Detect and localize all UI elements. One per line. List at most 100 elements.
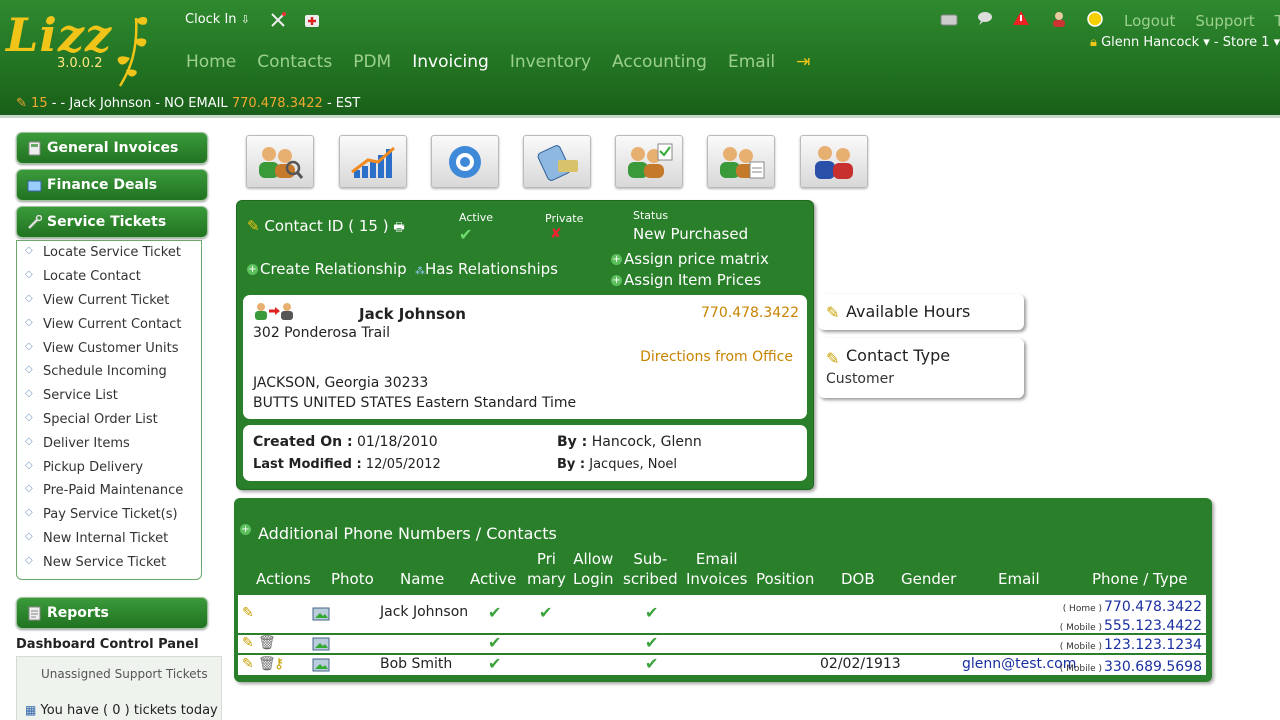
active-check-icon[interactable]: ✔ bbox=[488, 603, 501, 622]
menu-view-current-ticket[interactable]: View Current Ticket bbox=[25, 293, 169, 308]
user-dropdown[interactable]: Glenn Hancock ▾ bbox=[1101, 35, 1210, 50]
phone-mobile[interactable]: ( Mobile ) 555.123.4422 bbox=[1060, 615, 1202, 634]
created-on-value: 01/18/2010 bbox=[357, 434, 438, 450]
report-icon bbox=[27, 606, 42, 621]
contact-line-phone: 770.478.3422 bbox=[231, 96, 323, 111]
menu-view-current-contact[interactable]: View Current Contact bbox=[25, 317, 181, 332]
support-link[interactable]: Support bbox=[1195, 12, 1254, 30]
edit-pencil-icon[interactable]: ✎ bbox=[242, 635, 254, 651]
people-checklist-icon bbox=[628, 143, 673, 178]
contact-phone[interactable]: 770.478.3422 bbox=[701, 305, 799, 321]
nav-home[interactable]: Home bbox=[186, 52, 236, 72]
nav-inventory[interactable]: Inventory bbox=[510, 52, 591, 72]
trash-icon[interactable]: 🗑︎ bbox=[258, 635, 276, 651]
menu-locate-contact[interactable]: Locate Contact bbox=[25, 269, 141, 284]
clock-in-link[interactable]: Clock In ⇩ bbox=[185, 12, 250, 27]
menu-pickup-delivery[interactable]: Pickup Delivery bbox=[25, 460, 143, 475]
tools-icon[interactable] bbox=[268, 10, 288, 30]
menu-new-internal-ticket[interactable]: New Internal Ticket bbox=[25, 531, 168, 546]
contact-address-line1: 302 Ponderosa Trail bbox=[253, 325, 390, 341]
lizz-logo[interactable]: Lizz 3.0.0.2 bbox=[6, 8, 166, 88]
finance-deals-label: Finance Deals bbox=[47, 177, 158, 193]
available-hours-card[interactable]: ✎ Available Hours bbox=[818, 294, 1024, 330]
photo-icon[interactable] bbox=[312, 607, 330, 625]
menu-special-order-list[interactable]: Special Order List bbox=[25, 412, 158, 427]
nav-email[interactable]: Email bbox=[728, 52, 775, 72]
assign-price-matrix-label: Assign price matrix bbox=[624, 250, 769, 268]
phone-home[interactable]: ( Home ) 770.478.3422 bbox=[1063, 596, 1202, 615]
sign-in-icon[interactable]: ⇥ bbox=[796, 52, 810, 72]
nav-invoicing[interactable]: Invoicing bbox=[412, 52, 489, 72]
edit-pencil-icon[interactable]: ✎ bbox=[242, 605, 254, 621]
phone-type: ( Mobile ) bbox=[1059, 664, 1103, 674]
menu-new-service-ticket[interactable]: New Service Ticket bbox=[25, 555, 166, 570]
table-row[interactable]: ✎ 🗑︎ ⚷ Bob Smith ✔ ✔ 02/02/1913 glenn@te… bbox=[238, 654, 1206, 676]
phone-mobile[interactable]: ( Mobile ) 330.689.5698 bbox=[1060, 656, 1202, 675]
settings-tool[interactable] bbox=[431, 135, 499, 188]
store-dropdown[interactable]: Store 1 ▾ bbox=[1223, 35, 1280, 50]
active-check-icon[interactable]: ✔ bbox=[459, 225, 472, 244]
menu-locate-service-ticket[interactable]: Locate Service Ticket bbox=[25, 245, 181, 260]
phones-panel: + Additional Phone Numbers / Contacts Ac… bbox=[234, 498, 1212, 682]
status-value[interactable]: New Purchased bbox=[633, 225, 748, 243]
reports-button[interactable]: Reports bbox=[16, 597, 208, 629]
directions-link[interactable]: Directions from Office bbox=[640, 349, 793, 365]
contact-id[interactable]: ✎ Contact ID ( 15 ) 🖶︎ bbox=[247, 217, 405, 239]
keyboard-icon[interactable] bbox=[940, 12, 958, 31]
nav-accounting[interactable]: Accounting bbox=[612, 52, 707, 72]
subscribed-check-icon[interactable]: ✔ bbox=[645, 633, 658, 652]
contact-checklist-tool[interactable] bbox=[615, 135, 683, 188]
user-icon[interactable] bbox=[1050, 10, 1068, 32]
nav-pdm[interactable]: PDM bbox=[353, 52, 391, 72]
status-circle-icon[interactable] bbox=[1086, 10, 1104, 32]
phone-type: ( Mobile ) bbox=[1059, 642, 1103, 652]
transfer-contact-icon[interactable] bbox=[251, 301, 295, 325]
private-x-icon[interactable]: ✘ bbox=[550, 226, 562, 242]
contact-notes-tool[interactable] bbox=[707, 135, 775, 188]
edit-pencil-icon: ✎ bbox=[826, 349, 840, 368]
unassigned-tickets-link[interactable]: Unassigned Support Tickets bbox=[41, 667, 208, 681]
alert-icon[interactable] bbox=[1012, 10, 1030, 30]
menu-schedule-incoming[interactable]: Schedule Incoming bbox=[25, 364, 167, 379]
edit-pencil-icon[interactable]: ✎ bbox=[242, 656, 254, 672]
table-row[interactable]: ✎ Jack Johnson ✔ ✔ ✔ ( Home ) 770.478.342… bbox=[238, 595, 1206, 634]
menu-service-list[interactable]: Service List bbox=[25, 388, 118, 403]
subscribed-check-icon[interactable]: ✔ bbox=[645, 654, 658, 673]
contact-audit-card: Created On : 01/18/2010 By : Hancock, Gl… bbox=[243, 425, 807, 481]
photo-icon[interactable] bbox=[312, 658, 330, 676]
phone-mobile[interactable]: ( Mobile ) 123.123.1234 bbox=[1060, 634, 1202, 653]
service-tickets-button[interactable]: Service Tickets bbox=[16, 206, 208, 238]
menu-deliver-items[interactable]: Deliver Items bbox=[25, 436, 130, 451]
finance-deals-button[interactable]: Finance Deals bbox=[16, 169, 208, 201]
active-check-icon[interactable]: ✔ bbox=[488, 633, 501, 652]
active-check-icon[interactable]: ✔ bbox=[488, 654, 501, 673]
search-contacts-tool[interactable] bbox=[246, 135, 314, 188]
add-phone-icon[interactable]: + bbox=[240, 524, 251, 535]
key-icon[interactable]: ⚷ bbox=[274, 656, 284, 672]
menu-pay-service-tickets[interactable]: Pay Service Ticket(s) bbox=[25, 507, 178, 522]
first-aid-icon[interactable] bbox=[302, 10, 322, 30]
general-invoices-button[interactable]: General Invoices bbox=[16, 132, 208, 164]
table-row[interactable]: ✎ 🗑︎ ✔ ✔ ( Mobile ) 123.123.1234 bbox=[238, 633, 1206, 655]
menu-view-customer-units[interactable]: View Customer Units bbox=[25, 341, 178, 356]
primary-check-icon[interactable]: ✔ bbox=[539, 603, 552, 622]
logout-link[interactable]: Logout bbox=[1124, 12, 1175, 30]
contact-type-card[interactable]: ✎ Contact Type Customer bbox=[818, 338, 1024, 398]
menu-pre-paid-maintenance[interactable]: Pre-Paid Maintenance bbox=[25, 483, 183, 498]
assign-item-prices-link[interactable]: + Assign Item Prices bbox=[611, 271, 761, 289]
assign-price-matrix-link[interactable]: + Assign price matrix bbox=[611, 250, 769, 268]
has-relationships-link[interactable]: ⁂Has Relationships bbox=[415, 260, 558, 278]
subscribed-check-icon[interactable]: ✔ bbox=[645, 603, 658, 622]
stats-chart-tool[interactable] bbox=[339, 135, 407, 188]
create-relationship-link[interactable]: + Create Relationship bbox=[247, 260, 407, 278]
chat-icon[interactable] bbox=[976, 10, 994, 30]
contact-id-label: Contact ID ( 15 ) bbox=[264, 217, 389, 235]
training-link[interactable]: Tr bbox=[1275, 12, 1280, 30]
created-by: By : Hancock, Glenn bbox=[557, 434, 702, 450]
current-contact-line[interactable]: ✎ 15 - - Jack Johnson - NO EMAIL 770.478… bbox=[16, 96, 360, 111]
print-icon[interactable]: 🖶︎ bbox=[393, 220, 404, 234]
nav-contacts[interactable]: Contacts bbox=[257, 52, 332, 72]
payment-tool[interactable] bbox=[523, 135, 591, 188]
contacts-pair-tool[interactable] bbox=[800, 135, 868, 188]
photo-icon[interactable] bbox=[312, 637, 330, 655]
